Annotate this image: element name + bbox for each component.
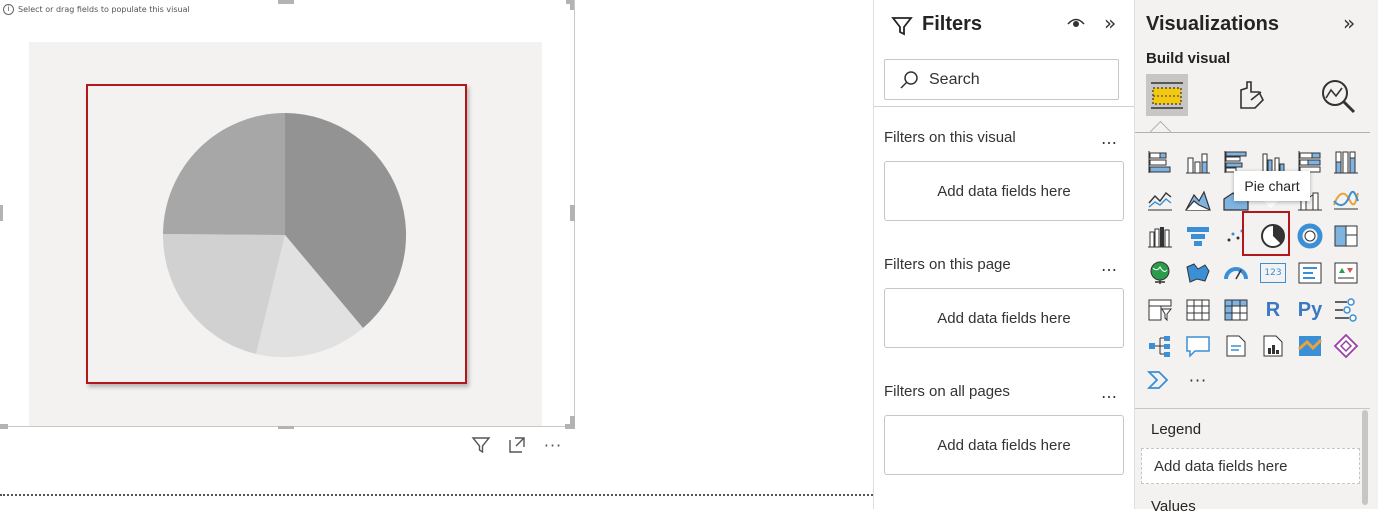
- focus-mode-icon[interactable]: [506, 434, 528, 456]
- card-icon[interactable]: 123: [1258, 258, 1288, 288]
- multi-row-card-icon[interactable]: [1295, 258, 1325, 288]
- donut-chart-icon[interactable]: [1295, 221, 1325, 251]
- stacked-column-chart-icon[interactable]: [1183, 147, 1213, 177]
- map-icon[interactable]: [1145, 258, 1175, 288]
- key-influencers-icon[interactable]: [1331, 295, 1361, 325]
- power-automate-icon[interactable]: [1145, 365, 1175, 395]
- power-apps-icon[interactable]: [1331, 331, 1361, 361]
- treemap-icon[interactable]: [1331, 221, 1361, 251]
- scrollbar[interactable]: [1362, 410, 1368, 505]
- collapse-filters-icon[interactable]: »: [1104, 11, 1116, 35]
- placeholder-pie-chart: [162, 113, 407, 357]
- legend-well-label: Legend: [1151, 421, 1202, 438]
- funnel-column-icon[interactable]: [1145, 221, 1175, 251]
- 100-stacked-column-chart-icon[interactable]: [1331, 147, 1361, 177]
- waterfall-chart-icon[interactable]: [1331, 184, 1361, 214]
- report-canvas: i Select or drag fields to populate this…: [0, 0, 873, 509]
- filters-page-more-button[interactable]: …: [1101, 256, 1118, 275]
- pie-chart-tooltip: Pie chart: [1234, 171, 1310, 201]
- search-icon: [900, 70, 918, 89]
- funnel-chart-icon[interactable]: [1183, 221, 1213, 251]
- resize-handle-top[interactable]: [278, 0, 294, 4]
- python-visual-icon[interactable]: Py: [1295, 295, 1325, 325]
- azure-map-icon[interactable]: [1295, 331, 1325, 361]
- build-visual-icon: [1151, 82, 1183, 109]
- stacked-bar-chart-icon[interactable]: [1145, 147, 1175, 177]
- filter-icon[interactable]: [470, 434, 492, 456]
- divider: [1135, 408, 1370, 409]
- build-visual-tab[interactable]: [1146, 74, 1188, 116]
- filters-visual-more-button[interactable]: …: [1101, 129, 1118, 148]
- decomposition-tree-icon[interactable]: [1145, 331, 1175, 361]
- eye-icon[interactable]: [1067, 15, 1085, 29]
- get-more-visuals-button[interactable]: ···: [1183, 365, 1213, 395]
- pie-chart-selection-highlight: [1242, 211, 1290, 256]
- filters-on-all-pages-label: Filters on all pages: [884, 383, 1010, 400]
- filled-map-icon[interactable]: [1183, 258, 1213, 288]
- filter-search-input[interactable]: Search: [884, 59, 1119, 100]
- pie-slice-4: [163, 113, 285, 235]
- resize-handle-left[interactable]: [0, 205, 3, 221]
- area-chart-icon[interactable]: [1183, 184, 1213, 214]
- filters-page-drop-well[interactable]: Add data fields here: [884, 288, 1124, 348]
- legend-drop-well[interactable]: Add data fields here: [1141, 448, 1360, 484]
- filters-on-visual-label: Filters on this visual: [884, 129, 1016, 146]
- resize-handle-top-right-v[interactable]: [570, 0, 574, 10]
- visualizations-pane: Visualizations » Build visual 123 R Py ·…: [1135, 0, 1378, 515]
- format-visual-tab[interactable]: [1233, 78, 1267, 112]
- resize-handle-bottom-right-v[interactable]: [570, 416, 575, 428]
- filter-search-placeholder: Search: [929, 70, 980, 88]
- values-well-label: Values: [1151, 498, 1196, 515]
- resize-handle-bottom-left[interactable]: [0, 424, 8, 429]
- gauge-icon[interactable]: [1221, 258, 1251, 288]
- info-icon: i: [3, 4, 14, 15]
- kpi-icon[interactable]: [1331, 258, 1361, 288]
- r-script-visual-icon[interactable]: R: [1258, 295, 1288, 325]
- filters-all-pages-drop-well[interactable]: Add data fields here: [884, 415, 1124, 475]
- paginated-report-icon[interactable]: [1258, 331, 1288, 361]
- collapse-visualizations-icon[interactable]: »: [1343, 11, 1355, 35]
- analytics-tab[interactable]: [1320, 78, 1356, 114]
- filters-pane: Filters » Search Filters on this visual …: [873, 0, 1135, 509]
- more-options-icon[interactable]: ···: [542, 434, 564, 456]
- divider: [874, 106, 1134, 107]
- slicer-icon[interactable]: [1145, 295, 1175, 325]
- filters-visual-drop-well[interactable]: Add data fields here: [884, 161, 1124, 221]
- qna-icon[interactable]: [1183, 331, 1213, 361]
- filters-title: Filters: [922, 13, 983, 35]
- visual-header-toolbar: ···: [470, 434, 564, 456]
- smart-narrative-icon[interactable]: [1221, 331, 1251, 361]
- filters-all-pages-more-button[interactable]: …: [1101, 383, 1118, 402]
- visual-hint: i Select or drag fields to populate this…: [3, 4, 190, 15]
- table-icon[interactable]: [1183, 295, 1213, 325]
- page-boundary: [0, 494, 873, 496]
- visual-hint-text: Select or drag fields to populate this v…: [18, 5, 190, 14]
- matrix-icon[interactable]: [1221, 295, 1251, 325]
- filter-funnel-icon: [891, 17, 913, 36]
- line-chart-icon[interactable]: [1145, 184, 1175, 214]
- visualizations-title: Visualizations: [1146, 13, 1280, 35]
- filters-on-page-label: Filters on this page: [884, 256, 1011, 273]
- build-visual-label: Build visual: [1146, 50, 1231, 67]
- tab-underline: [1135, 132, 1370, 133]
- resize-handle-right[interactable]: [570, 205, 575, 221]
